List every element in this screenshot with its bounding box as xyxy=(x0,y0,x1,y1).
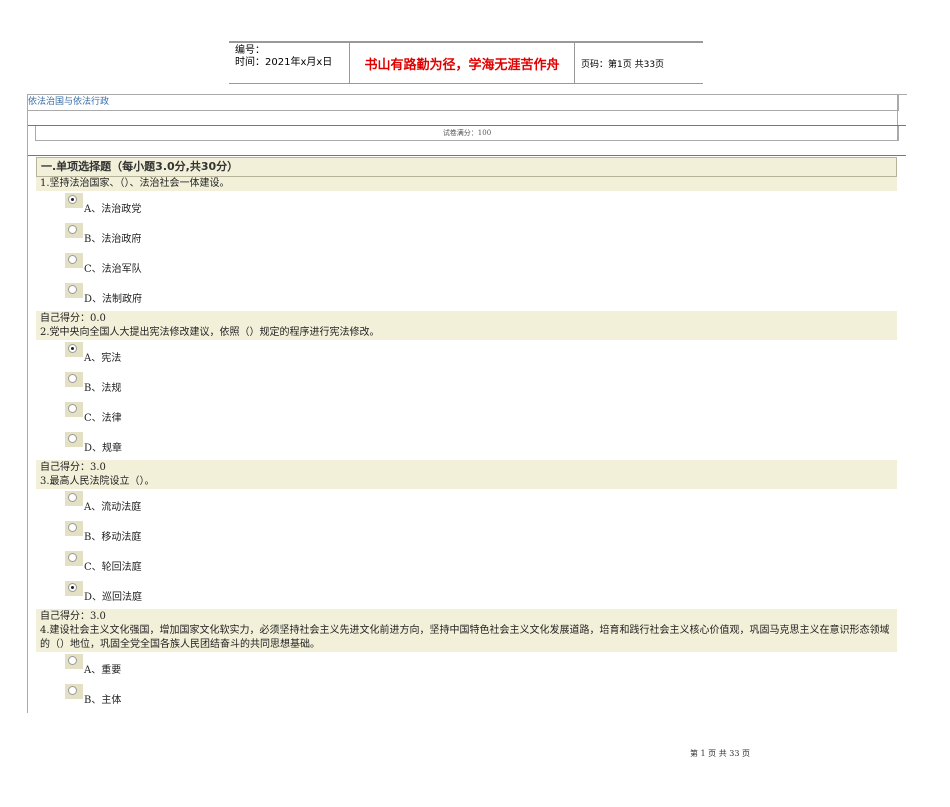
radio-button[interactable] xyxy=(65,372,83,387)
exam-frame: 依法治国与依法行政 试卷满分：100 一.单项选择题（每小题3.0分,共30分）… xyxy=(27,94,907,713)
answer-option[interactable]: A、宪法 xyxy=(36,340,897,370)
answer-option[interactable]: B、主体 xyxy=(36,682,897,712)
answer-option[interactable]: D、法制政府 xyxy=(36,281,897,311)
option-label: A、流动法庭 xyxy=(84,502,142,513)
number-label: 编号： xyxy=(235,45,265,56)
page: 编号： 时间：2021年x月x日 书山有路勤为径，学海无涯苦作舟 页码：第1页 … xyxy=(0,0,950,807)
divider xyxy=(28,155,906,156)
question-text: 2.党中央向全国人大提出宪法修改建议，依照（）规定的程序进行宪法修改。 xyxy=(36,326,897,340)
motto: 书山有路勤为径，学海无涯苦作舟 xyxy=(350,43,575,83)
question-list: 一.单项选择题（每小题3.0分,共30分） 1.坚持法治国家、（）、法治社会一体… xyxy=(36,157,897,712)
answer-option[interactable]: D、巡回法庭 xyxy=(36,579,897,609)
radio-button[interactable] xyxy=(65,223,83,238)
option-label: B、移动法庭 xyxy=(84,532,142,543)
option-label: B、主体 xyxy=(84,695,122,706)
radio-button[interactable] xyxy=(65,551,83,566)
option-label: D、法制政府 xyxy=(84,294,143,305)
option-label: C、法治军队 xyxy=(84,264,142,275)
radio-button[interactable] xyxy=(65,684,83,699)
question-text: 1.坚持法治国家、（）、法治社会一体建设。 xyxy=(36,177,897,191)
radio-button[interactable] xyxy=(65,283,83,298)
option-label: C、法律 xyxy=(84,413,122,424)
radio-button[interactable] xyxy=(65,581,83,596)
radio-button[interactable] xyxy=(65,654,83,669)
full-score: 试卷满分：100 xyxy=(35,126,899,141)
date-label: 时间：2021年x月x日 xyxy=(235,57,333,68)
radio-button[interactable] xyxy=(65,253,83,268)
document-header: 编号： 时间：2021年x月x日 书山有路勤为径，学海无涯苦作舟 页码：第1页 … xyxy=(229,41,703,84)
answer-option[interactable]: B、移动法庭 xyxy=(36,519,897,549)
exam-title-link[interactable]: 依法治国与依法行政 xyxy=(28,95,899,111)
radio-button[interactable] xyxy=(65,521,83,536)
answer-option[interactable]: C、轮回法庭 xyxy=(36,549,897,579)
answer-option[interactable]: B、法规 xyxy=(36,370,897,400)
option-label: A、法治政党 xyxy=(84,204,142,215)
answer-option[interactable]: A、法治政党 xyxy=(36,191,897,221)
question-score: 自己得分：3.0 xyxy=(36,460,897,475)
option-label: D、巡回法庭 xyxy=(84,592,143,603)
section-heading: 一.单项选择题（每小题3.0分,共30分） xyxy=(36,157,897,177)
question-score: 自己得分：0.0 xyxy=(36,311,897,326)
answer-option[interactable]: A、流动法庭 xyxy=(36,489,897,519)
page-footer: 第 1 页 共 33 页 xyxy=(690,749,750,758)
question-score: 自己得分：3.0 xyxy=(36,609,897,624)
radio-button[interactable] xyxy=(65,193,83,208)
answer-option[interactable]: C、法律 xyxy=(36,400,897,430)
option-label: C、轮回法庭 xyxy=(84,562,142,573)
radio-button[interactable] xyxy=(65,402,83,417)
page-code: 页码：第1页 共33页 xyxy=(581,59,665,70)
radio-button[interactable] xyxy=(65,342,83,357)
option-label: B、法规 xyxy=(84,383,122,394)
option-label: D、规章 xyxy=(84,443,123,454)
option-label: A、重要 xyxy=(84,665,122,676)
header-meta: 编号： 时间：2021年x月x日 xyxy=(229,43,350,83)
radio-button[interactable] xyxy=(65,491,83,506)
question-text: 3.最高人民法院设立（）。 xyxy=(36,475,897,489)
answer-option[interactable]: B、法治政府 xyxy=(36,221,897,251)
option-label: A、宪法 xyxy=(84,353,122,364)
answer-option[interactable]: D、规章 xyxy=(36,430,897,460)
answer-option[interactable]: A、重要 xyxy=(36,652,897,682)
option-label: B、法治政府 xyxy=(84,234,142,245)
question-text: 4.建设社会主义文化强国，增加国家文化软实力，必须坚持社会主义先进文化前进方向，… xyxy=(36,624,897,652)
radio-button[interactable] xyxy=(65,432,83,447)
answer-option[interactable]: C、法治军队 xyxy=(36,251,897,281)
